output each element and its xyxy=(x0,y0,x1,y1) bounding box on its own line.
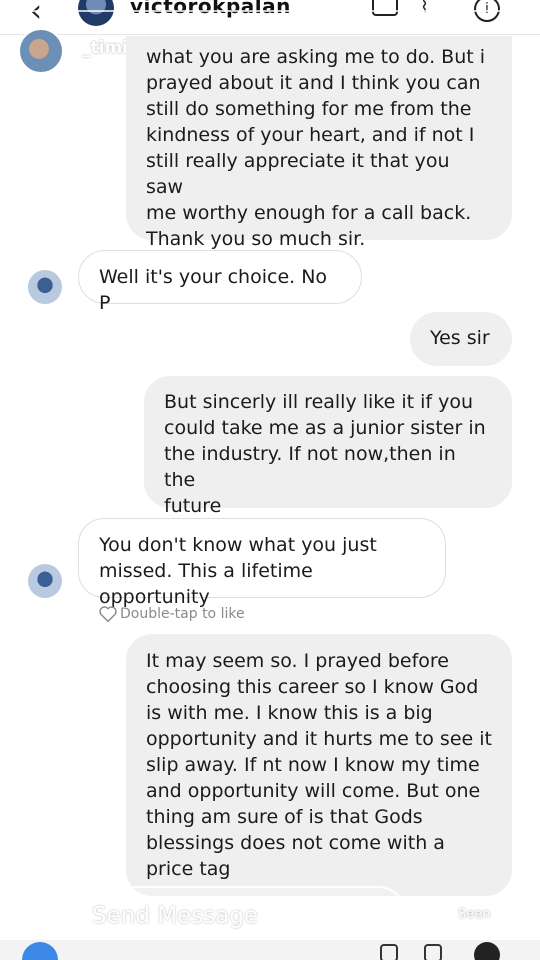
send-message-placeholder[interactable]: Send Message xyxy=(92,903,258,929)
message-bubble-incoming[interactable]: You don't know what you just missed. Thi… xyxy=(78,518,446,608)
gallery-icon[interactable] xyxy=(424,944,442,960)
message-line: blessings does not come with a xyxy=(146,832,445,854)
double-tap-hint: Double-tap to like xyxy=(98,605,245,625)
message-line: is with me. I know this is a big xyxy=(146,702,433,724)
seen-label[interactable]: Seen xyxy=(458,907,491,922)
message-bubble-outgoing[interactable]: Yes sir xyxy=(410,312,512,366)
chevron-left-icon[interactable]: ‹ xyxy=(30,0,42,29)
more-options-icon[interactable]: ••• xyxy=(488,902,523,923)
dm-username[interactable]: victorokpalan xyxy=(130,0,291,18)
message-bubble-outgoing[interactable]: what you are asking me to do. But i pray… xyxy=(126,36,512,250)
message-line: and opportunity will come. But one xyxy=(146,780,481,802)
sender-avatar[interactable] xyxy=(28,270,62,304)
message-line: still do something for me from the xyxy=(146,98,472,120)
message-line: Thank you so much sir. xyxy=(146,228,366,250)
message-line: price tag xyxy=(146,858,231,880)
dm-header: ‹ victorokpalan ⌇ i xyxy=(0,0,540,35)
message-line: the industry. If not now,then in the xyxy=(164,443,456,491)
message-line: thing am sure of is that Gods xyxy=(146,806,423,828)
story-progress-bar xyxy=(16,10,524,12)
message-bubble-incoming[interactable]: Well it's your choice. No P xyxy=(78,250,362,314)
story-avatar[interactable] xyxy=(18,28,64,74)
message-line: Well it's your choice. No P xyxy=(99,266,328,314)
double-tap-text: Double-tap to like xyxy=(120,606,245,622)
phone-icon[interactable]: ⌇ xyxy=(420,0,429,17)
message-line: prayed about it and I think you can xyxy=(146,72,481,94)
message-bubble-outgoing[interactable]: But sincerly ill really like it if you c… xyxy=(144,376,512,517)
message-line: But sincerly ill really like it if you xyxy=(164,391,474,413)
heart-outline-icon[interactable] xyxy=(98,605,118,623)
message-line: missed. This a lifetime opportunity xyxy=(99,560,313,608)
message-bubble-outgoing[interactable]: It may seem so. I prayed before choosing… xyxy=(126,634,512,896)
message-line: me worthy enough for a call back. xyxy=(146,202,472,224)
message-line: slip away. If nt now I know my time xyxy=(146,754,480,776)
message-line: You don't know what you just xyxy=(99,534,377,556)
camera-icon[interactable] xyxy=(30,898,68,936)
plus-icon[interactable] xyxy=(474,942,500,960)
message-line: what you are asking me to do. But i xyxy=(146,46,486,68)
message-line: kindness of your heart, and if not I xyxy=(146,124,475,146)
video-call-icon[interactable] xyxy=(372,0,398,16)
message-line: could take me as a junior sister in xyxy=(164,417,486,439)
message-line: Yes sir xyxy=(430,327,490,349)
camera-lens xyxy=(42,910,56,924)
microphone-icon[interactable] xyxy=(380,944,398,960)
sender-avatar[interactable] xyxy=(28,564,62,598)
message-line: It may seem so. I prayed before xyxy=(146,650,449,672)
message-line: still really appreciate it that you saw xyxy=(146,150,450,198)
message-line: opportunity and it hurts me to see it xyxy=(146,728,492,750)
message-line: future xyxy=(164,495,222,517)
camera-button[interactable] xyxy=(22,942,58,960)
avatar[interactable] xyxy=(78,0,114,26)
message-line: choosing this career so I know God xyxy=(146,676,479,698)
dm-composer-strip xyxy=(0,940,540,960)
